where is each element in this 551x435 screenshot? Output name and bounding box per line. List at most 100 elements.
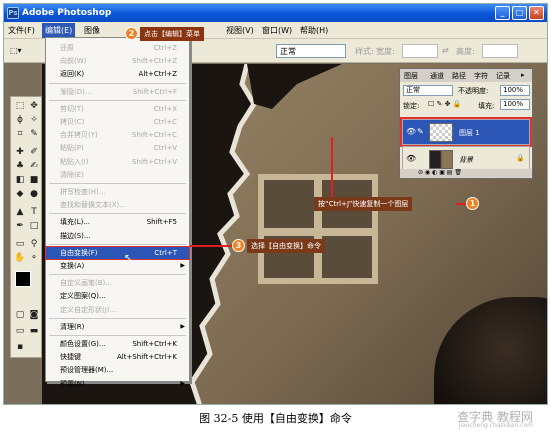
menu-separator xyxy=(49,335,186,336)
maximize-button[interactable]: □ xyxy=(512,6,527,20)
step1-callout: 按“Ctrl+J”快速复制一个图层 xyxy=(314,197,413,211)
fill-field[interactable]: 100% xyxy=(500,99,530,110)
screen-mode-1-icon[interactable]: ▭ xyxy=(14,325,26,337)
photoshop-app-icon: Ps xyxy=(7,7,19,19)
menu-item-shortcut: Shift+Ctrl+V xyxy=(132,157,177,166)
menu-item: 剪切(T) Ctrl+X xyxy=(46,103,189,115)
menu-item-label: 清理(R) xyxy=(60,322,85,331)
opacity-field[interactable]: 100% xyxy=(500,85,530,96)
dodge-icon[interactable]: ● xyxy=(28,188,40,200)
path-select-icon[interactable]: ▲ xyxy=(14,206,26,218)
quick-mask-icon[interactable]: ◙ xyxy=(28,309,40,321)
menu-separator xyxy=(49,183,186,184)
minimize-button[interactable]: _ xyxy=(495,6,510,20)
panel-menu-icon[interactable]: ▸ xyxy=(521,71,525,79)
menu-item-shortcut: Shift+Ctrl+F xyxy=(132,87,177,96)
tab-character[interactable]: 字符 xyxy=(474,71,488,81)
menu-item[interactable]: 预设管理器(M)... xyxy=(46,364,189,376)
menu-item[interactable]: 预置(N) ▶ xyxy=(46,378,189,390)
menu-item[interactable]: 自由变换(F) Ctrl+T ↖ xyxy=(45,245,190,264)
menu-item[interactable]: 定义图案(Q)... xyxy=(46,290,189,302)
menu-help[interactable]: 帮助(H) xyxy=(300,25,328,36)
swap-icon[interactable]: ⇄ xyxy=(442,46,449,55)
menu-item[interactable]: 变换(A) ▶ xyxy=(46,260,189,272)
brush-icon[interactable]: ✐ xyxy=(28,146,40,158)
menu-view[interactable]: 视图(V) xyxy=(226,25,254,36)
lock-icons[interactable]: ☐ ✎ ✥ 🔒 xyxy=(428,100,461,108)
menu-item-label: 剪切(T) xyxy=(60,104,84,113)
tab-channels[interactable]: 通道 xyxy=(430,71,444,81)
blend-mode-select[interactable]: 正常 xyxy=(403,85,453,96)
crop-icon[interactable]: ⌗ xyxy=(14,128,26,140)
height-field[interactable] xyxy=(482,44,518,58)
menu-item-shortcut: Ctrl+V xyxy=(153,144,177,153)
shape-icon[interactable]: □ xyxy=(28,220,40,232)
menu-item-label: 渐隐(D)... xyxy=(60,87,92,96)
menu-separator xyxy=(49,82,186,84)
menu-item[interactable]: 清理(R) ▶ xyxy=(46,321,189,333)
notes-icon[interactable]: ▭ xyxy=(14,238,26,250)
history-brush-icon[interactable]: ✍ xyxy=(28,160,40,172)
menu-image[interactable]: 图像 xyxy=(84,25,100,36)
stamp-icon[interactable]: ♣ xyxy=(14,160,26,172)
menu-item[interactable]: 快捷键 Alt+Shift+Ctrl+K xyxy=(46,351,189,363)
menu-item-label: 变换(A) xyxy=(60,262,85,270)
menu-item-shortcut: Shift+Ctrl+C xyxy=(132,131,177,140)
slice-icon[interactable]: ✎ xyxy=(28,128,40,140)
marquee-icon[interactable]: ⬚ xyxy=(14,100,26,112)
menu-item-label: 返回(K) xyxy=(60,70,85,79)
menu-item[interactable]: 返回(K) Alt+Ctrl+Z xyxy=(46,68,189,80)
window-controls: _ □ ✕ xyxy=(495,6,544,20)
magic-wand-icon[interactable]: ✧ xyxy=(28,114,40,126)
eyedropper-icon[interactable]: ⚲ xyxy=(28,238,40,250)
screen-mode-3-icon[interactable]: ▪ xyxy=(14,341,26,353)
mode-select[interactable]: 正常 xyxy=(276,44,346,58)
menu-window[interactable]: 窗口(W) xyxy=(262,25,292,36)
eye-icon[interactable]: 👁 xyxy=(406,127,416,136)
close-button[interactable]: ✕ xyxy=(529,6,544,20)
screen-mode-2-icon[interactable]: ▬ xyxy=(28,325,40,337)
menu-item[interactable]: 填充(L)... Shift+F5 xyxy=(46,216,189,228)
width-field[interactable] xyxy=(402,44,438,58)
tab-paths[interactable]: 路径 xyxy=(452,71,466,81)
hand-icon[interactable]: ✋ xyxy=(14,252,26,264)
menu-edit[interactable]: 编辑(E) xyxy=(42,23,76,38)
eye-icon[interactable]: 👁 xyxy=(406,154,416,163)
menu-item-label: 拼写检查(H)... xyxy=(60,188,106,196)
layer-row-layer1[interactable]: 👁 ✎ 图层 1 xyxy=(400,117,532,147)
zoom-icon[interactable]: ⚬ xyxy=(28,252,40,264)
tab-history[interactable]: 记录 xyxy=(496,71,510,81)
height-label: 高度: xyxy=(456,47,475,56)
menu-item: 清除(E) xyxy=(46,169,189,181)
menu-item[interactable]: 描边(S)... xyxy=(46,230,189,242)
background-thumbnail xyxy=(429,150,453,169)
foreground-color-swatch[interactable] xyxy=(15,271,31,287)
gradient-icon[interactable]: ■ xyxy=(28,174,40,186)
menu-item: 渐隐(D)... Shift+Ctrl+F xyxy=(46,86,189,98)
window-title: Adobe Photoshop xyxy=(22,8,112,18)
menu-item-label: 填充(L)... xyxy=(60,218,91,227)
eraser-icon[interactable]: ◧ xyxy=(14,174,26,186)
submenu-arrow-icon: ▶ xyxy=(180,322,185,330)
menu-item-shortcut: Ctrl+X xyxy=(153,104,177,113)
lasso-icon[interactable]: ϕ xyxy=(14,114,26,126)
menu-separator xyxy=(49,243,186,245)
fill-label: 填充: xyxy=(478,102,495,110)
marquee-tool-icon[interactable]: ⬚▾ xyxy=(10,46,22,55)
standard-mode-icon[interactable]: ▢ xyxy=(14,309,26,321)
tab-layers[interactable]: 图层 xyxy=(404,71,418,81)
menu-separator xyxy=(49,274,186,276)
pen-icon[interactable]: ✒ xyxy=(14,220,26,232)
menu-item-shortcut: Ctrl+Z xyxy=(153,44,177,52)
layers-panel-footer-icons[interactable]: ⊘ ◉ ◐ ▣ ▤ 🗑 xyxy=(400,169,532,178)
menu-item-label: 定义自定形状(J)... xyxy=(60,305,117,314)
move-icon[interactable]: ✥ xyxy=(28,100,40,112)
type-icon[interactable]: T xyxy=(28,206,40,218)
blur-icon[interactable]: ◆ xyxy=(14,188,26,200)
layer1-name: 图层 1 xyxy=(459,129,480,137)
menu-item-label: 颜色设置(G)... xyxy=(60,340,106,348)
menu-file[interactable]: 文件(F) xyxy=(8,25,35,36)
healing-icon[interactable]: ✚ xyxy=(14,146,26,158)
edit-menu-dropdown: 还原 Ctrl+Z 向前(W) Shift+Ctrl+Z 返回(K) Alt+Ctrl+Z… xyxy=(45,37,190,388)
menu-item[interactable]: 颜色设置(G)... Shift+Ctrl+K xyxy=(46,338,189,350)
